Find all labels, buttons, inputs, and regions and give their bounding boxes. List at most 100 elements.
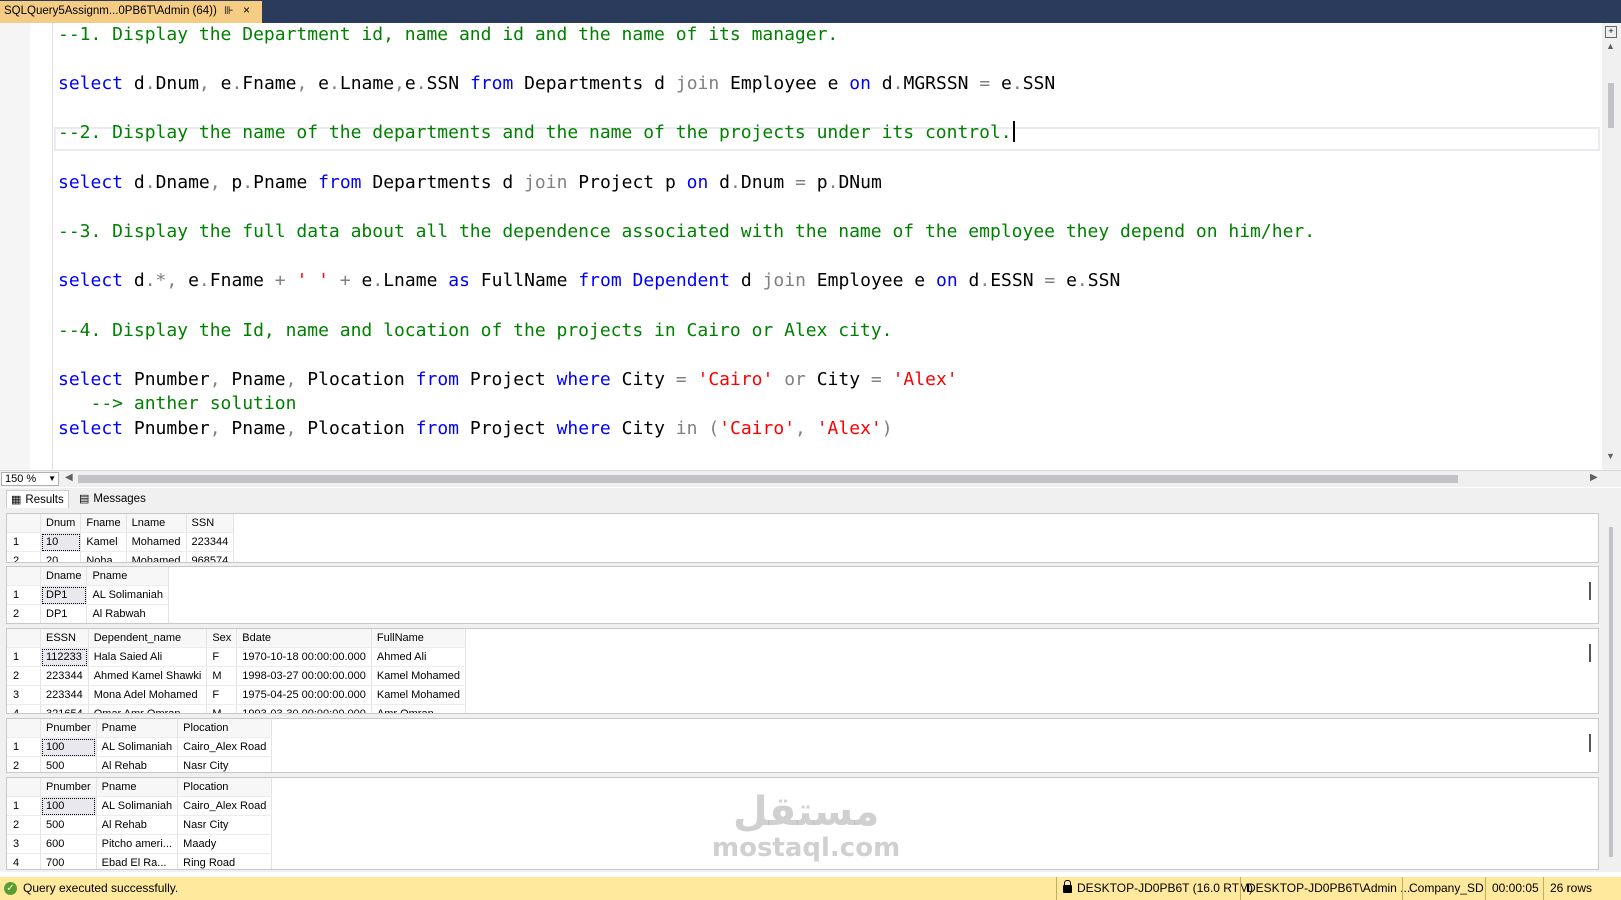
column-header[interactable]: FullName — [371, 629, 467, 648]
result-grid-projects-cairo-alex[interactable]: Pnumber Pname Plocation 1 100 AL Solimaniah Ca… — [6, 718, 1599, 773]
table-cell[interactable]: 700 — [40, 853, 97, 869]
row-number[interactable]: 1 — [7, 796, 41, 816]
result-table[interactable]: Dnum Fname Lname SSN 1 10 Kamel Mohamed 223344 2 2… — [7, 514, 235, 562]
row-number[interactable]: 2 — [7, 604, 41, 623]
table-cell[interactable]: 1975-04-25 00:00:00.000 — [236, 685, 372, 705]
column-header[interactable]: Pnumber — [40, 778, 97, 797]
table-cell[interactable]: Pitcho ameri... — [96, 834, 179, 854]
column-header[interactable]: Lname — [126, 514, 187, 533]
chevron-down-icon[interactable]: ▼ — [48, 473, 56, 485]
table-cell[interactable]: 10 — [40, 532, 82, 552]
table-cell[interactable]: Omar Amr Omran — [88, 704, 208, 713]
table-cell[interactable]: Ahmed Kamel Shawki — [88, 666, 208, 686]
row-number[interactable]: 4 — [7, 704, 41, 713]
table-cell[interactable]: Mohamed — [126, 551, 187, 562]
code-line[interactable]: --2. Display the name of the departments… — [58, 121, 1015, 145]
table-cell[interactable]: Kamel Mohamed — [371, 685, 467, 705]
column-header[interactable]: Pname — [96, 778, 179, 797]
table-cell[interactable]: F — [206, 647, 238, 667]
table-cell[interactable]: Cairo_Alex Road — [177, 737, 273, 757]
tab-messages[interactable]: ▤ Messages — [75, 490, 150, 508]
row-number[interactable]: 1 — [7, 737, 41, 757]
row-number[interactable]: 2 — [7, 666, 41, 686]
table-row[interactable]: 2 223344 Ahmed Kamel Shawki M 1998-03-27 00:… — [7, 666, 467, 686]
table-cell[interactable]: Hala Saied Ali — [88, 647, 208, 667]
result-table[interactable]: Dname Pname 1 DP1 AL Solimaniah 2 DP1 Al Rabwah — [7, 567, 169, 623]
table-row[interactable]: 1 10 Kamel Mohamed 223344 — [7, 532, 235, 552]
table-cell[interactable]: Kamel — [80, 532, 127, 552]
code-line[interactable]: --3. Display the full data about all the… — [58, 220, 1315, 244]
table-row[interactable]: 3 600 Pitcho ameri... Maady — [7, 834, 273, 854]
row-number[interactable]: 1 — [7, 647, 41, 667]
grid-scrollbar[interactable] — [1589, 644, 1591, 662]
row-number[interactable]: 3 — [7, 834, 41, 854]
code-line[interactable]: --1. Display the Department id, name and… — [58, 23, 838, 47]
row-number[interactable]: 2 — [7, 551, 41, 562]
split-view-button[interactable]: + — [1605, 26, 1617, 38]
query-document-tab[interactable]: SQLQuery5Assignm...0PB6T\Admin (64)) ⊪ × — [0, 1, 262, 23]
grid-scrollbar[interactable] — [1589, 734, 1591, 752]
table-cell[interactable]: 223344 — [186, 532, 235, 552]
table-cell[interactable]: Nasr City — [177, 815, 273, 835]
code-line[interactable]: select d.Dname, p.Pname from Departments… — [58, 171, 882, 195]
row-number[interactable]: 4 — [7, 853, 41, 869]
row-number[interactable]: 3 — [7, 685, 41, 705]
column-header[interactable]: Pnumber — [40, 719, 97, 738]
code-line[interactable]: select Pnumber, Pname, Plocation from Pr… — [58, 417, 893, 441]
tab-results[interactable]: ▦ Results — [6, 490, 69, 508]
select-all-corner[interactable] — [7, 778, 41, 797]
scroll-down-icon[interactable]: ▼ — [1606, 451, 1615, 461]
zoom-level-select[interactable]: 150 % ▼ — [1, 472, 59, 486]
row-number[interactable]: 1 — [7, 532, 41, 552]
table-cell[interactable]: Kamel Mohamed — [371, 666, 467, 686]
table-row[interactable]: 1 100 AL Solimaniah Cairo_Alex Road — [7, 737, 273, 757]
result-table[interactable]: Pnumber Pname Plocation 1 100 AL Solimaniah Ca… — [7, 778, 273, 869]
table-cell[interactable]: 100 — [40, 796, 97, 816]
table-row[interactable]: 1 112233 Hala Saied Ali F 1970-10-18 00:00:0… — [7, 647, 467, 667]
column-header[interactable]: Plocation — [177, 778, 273, 797]
close-icon[interactable]: × — [243, 3, 250, 17]
table-cell[interactable]: 321654 — [40, 704, 89, 713]
table-cell[interactable]: 600 — [40, 834, 97, 854]
code-line[interactable]: --4. Display the Id, name and location o… — [58, 319, 892, 343]
table-cell[interactable]: 500 — [40, 756, 97, 772]
result-table[interactable]: Pnumber Pname Plocation 1 100 AL Solimaniah Ca… — [7, 719, 273, 772]
scroll-right-icon[interactable]: ▶ — [1590, 472, 1598, 483]
table-row[interactable]: 3 223344 Mona Adel Mohamed F 1975-04-25 00:0… — [7, 685, 467, 705]
table-row[interactable]: 2 500 Al Rehab Nasr City — [7, 756, 273, 772]
table-cell[interactable]: M — [206, 704, 238, 713]
code-line[interactable]: --> anther solution — [58, 392, 297, 416]
select-all-corner[interactable] — [7, 719, 41, 738]
column-header[interactable]: ESSN — [40, 629, 89, 648]
result-grid-departments-projects[interactable]: Dname Pname 1 DP1 AL Solimaniah 2 DP1 Al Rabwah — [6, 566, 1599, 624]
select-all-corner[interactable] — [7, 629, 41, 648]
table-cell[interactable]: 1998-03-27 00:00:00.000 — [236, 666, 372, 686]
table-row[interactable]: 4 700 Ebad El Ra... Ring Road — [7, 853, 273, 869]
table-cell[interactable]: Ebad El Ra... — [96, 853, 179, 869]
column-header[interactable]: Plocation — [177, 719, 273, 738]
table-cell[interactable]: Nasr City — [177, 756, 273, 772]
table-cell[interactable]: Cairo_Alex Road — [177, 796, 273, 816]
column-header[interactable]: Fname — [80, 514, 127, 533]
table-cell[interactable]: 20 — [40, 551, 82, 562]
results-scroll-thumb[interactable] — [1609, 527, 1613, 857]
row-number[interactable]: 2 — [7, 815, 41, 835]
table-cell[interactable]: Mohamed — [126, 532, 187, 552]
scroll-up-icon[interactable]: ▲ — [1606, 41, 1615, 51]
editor-hscroll-thumb[interactable] — [78, 475, 1458, 483]
column-header[interactable]: Bdate — [236, 629, 372, 648]
table-cell[interactable]: M — [206, 666, 238, 686]
code-line[interactable]: select Pnumber, Pname, Plocation from Pr… — [58, 368, 958, 392]
row-number[interactable]: 1 — [7, 585, 41, 605]
table-cell[interactable]: 112233 — [40, 647, 89, 667]
table-cell[interactable]: F — [206, 685, 238, 705]
table-cell[interactable]: 1993-03-30 00:00:00.000 — [236, 704, 372, 713]
table-cell[interactable]: Mona Adel Mohamed — [88, 685, 208, 705]
code-line[interactable]: select d.*, e.Fname + ' ' + e.Lname as F… — [58, 269, 1120, 293]
pin-icon[interactable]: ⊪ — [224, 4, 234, 17]
table-cell[interactable]: Ring Road — [177, 853, 273, 869]
table-cell[interactable]: AL Solimaniah — [96, 796, 179, 816]
result-table[interactable]: ESSN Dependent_name Sex Bdate FullName 1 11223… — [7, 629, 467, 713]
column-header[interactable]: Dname — [40, 567, 88, 586]
result-grid-dependents[interactable]: ESSN Dependent_name Sex Bdate FullName 1 11223… — [6, 628, 1599, 714]
